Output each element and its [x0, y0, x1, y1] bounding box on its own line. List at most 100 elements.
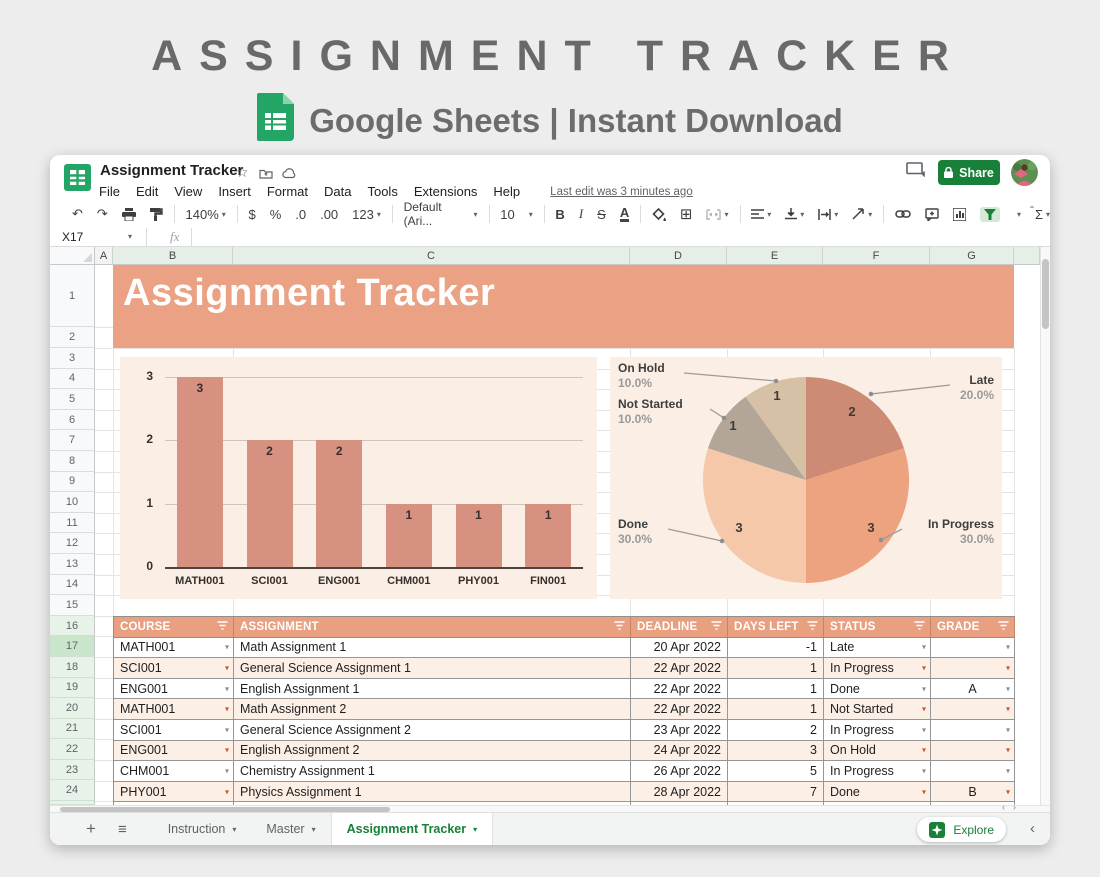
row-header-1[interactable]: 1 — [50, 265, 95, 327]
cell-assignment[interactable]: General Science Assignment 1 — [234, 658, 631, 679]
star-icon[interactable]: ☆ — [236, 164, 249, 181]
title-banner[interactable]: Assignment Tracker — [113, 265, 1014, 348]
vertical-scrollbar-thumb[interactable] — [1042, 259, 1049, 329]
table-header-status[interactable]: STATUS — [824, 617, 931, 638]
vertical-align-icon[interactable]: ▾ — [785, 208, 804, 220]
menu-item-tools[interactable]: Tools — [367, 184, 397, 199]
insert-comment-icon[interactable] — [925, 208, 939, 221]
cell-grade[interactable]: ▾ — [931, 761, 1015, 782]
cell-days_left[interactable]: 3 — [728, 741, 824, 762]
borders-icon[interactable]: ⊞ — [680, 205, 693, 223]
select-all-corner[interactable] — [50, 247, 95, 265]
cell-deadline[interactable]: 22 Apr 2022 — [631, 658, 728, 679]
dropdown-arrow-icon[interactable]: ▾ — [225, 725, 229, 734]
cell-grade[interactable]: B▾ — [931, 782, 1015, 803]
insert-link-icon[interactable] — [895, 210, 911, 218]
increase-decimal-button[interactable]: .00 — [320, 207, 338, 222]
row-header-3[interactable]: 3 — [50, 348, 95, 369]
filter-icon[interactable] — [998, 620, 1009, 633]
menu-item-help[interactable]: Help — [493, 184, 520, 199]
cell-deadline[interactable]: 22 Apr 2022 — [631, 699, 728, 720]
hscroll-arrows[interactable]: ‹› — [1002, 802, 1024, 812]
cell-grade[interactable]: ▾ — [931, 720, 1015, 741]
undo-icon[interactable]: ↶ — [72, 206, 83, 222]
cell-status[interactable]: Late▾ — [824, 638, 931, 659]
dropdown-arrow-icon[interactable]: ▾ — [922, 684, 926, 693]
row-header-21[interactable]: 21 — [50, 719, 95, 740]
sheet-tab-menu-caret[interactable]: ▾ — [473, 825, 477, 834]
row-header-2[interactable]: 2 — [50, 327, 95, 348]
table-header-assignment[interactable]: ASSIGNMENT — [234, 617, 631, 638]
add-sheet-icon[interactable]: + — [86, 819, 96, 839]
text-color-button[interactable]: A — [620, 207, 629, 222]
dropdown-arrow-icon[interactable]: ▾ — [922, 766, 926, 775]
cell-course[interactable]: PHY001▾ — [114, 782, 234, 803]
account-avatar[interactable] — [1011, 159, 1038, 186]
row-header-14[interactable]: 14 — [50, 575, 95, 596]
row-header-24[interactable]: 24 — [50, 780, 95, 801]
row-header-17[interactable]: 17 — [50, 636, 95, 657]
cell-status[interactable]: Done▾ — [824, 679, 931, 700]
text-wrap-icon[interactable]: ▾ — [818, 209, 838, 220]
paint-format-icon[interactable] — [150, 208, 163, 221]
row-header-4[interactable]: 4 — [50, 369, 95, 390]
format-percent-button[interactable]: % — [270, 207, 282, 222]
row-header-15[interactable]: 15 — [50, 595, 95, 616]
cell-status[interactable]: In Progress▾ — [824, 761, 931, 782]
cell-assignment[interactable]: English Assignment 1 — [234, 679, 631, 700]
cell-assignment[interactable]: Math Assignment 2 — [234, 699, 631, 720]
dropdown-arrow-icon[interactable]: ▾ — [1006, 766, 1010, 775]
text-rotation-icon[interactable]: ▾ — [852, 208, 872, 220]
row-header-19[interactable]: 19 — [50, 678, 95, 699]
menu-item-data[interactable]: Data — [324, 184, 351, 199]
cell-grade[interactable]: ▾ — [931, 638, 1015, 659]
column-header-F[interactable]: F — [823, 247, 930, 265]
dropdown-arrow-icon[interactable]: ▾ — [225, 643, 229, 652]
strikethrough-button[interactable]: S — [597, 207, 606, 222]
sheet-tab-master[interactable]: Master▾ — [251, 813, 330, 846]
functions-icon[interactable]: Σ▾ — [1035, 207, 1050, 222]
dropdown-arrow-icon[interactable]: ▾ — [922, 705, 926, 714]
dropdown-arrow-icon[interactable]: ▾ — [1006, 643, 1010, 652]
cell-grade[interactable]: A▾ — [931, 679, 1015, 700]
last-edit-link[interactable]: Last edit was 3 minutes ago — [550, 186, 693, 198]
row-header-16[interactable]: 16 — [50, 616, 95, 637]
row-header-12[interactable]: 12 — [50, 533, 95, 554]
row-header-9[interactable]: 9 — [50, 472, 95, 493]
move-folder-icon[interactable] — [259, 166, 273, 182]
cell-course[interactable]: SCI001▾ — [114, 658, 234, 679]
dropdown-arrow-icon[interactable]: ▾ — [1006, 746, 1010, 755]
cell-assignment[interactable]: Chemistry Assignment 1 — [234, 761, 631, 782]
cell-deadline[interactable]: 20 Apr 2022 — [631, 638, 728, 659]
row-header-11[interactable]: 11 — [50, 513, 95, 534]
menu-item-edit[interactable]: Edit — [136, 184, 158, 199]
cloud-status-icon[interactable] — [282, 166, 297, 182]
menu-item-format[interactable]: Format — [267, 184, 308, 199]
cell-course[interactable]: MATH001▾ — [114, 699, 234, 720]
cell-status[interactable]: In Progress▾ — [824, 658, 931, 679]
dropdown-arrow-icon[interactable]: ▾ — [1006, 663, 1010, 672]
italic-button[interactable]: I — [579, 206, 583, 222]
dropdown-arrow-icon[interactable]: ▾ — [922, 643, 926, 652]
row-header-22[interactable]: 22 — [50, 739, 95, 760]
filter-icon[interactable] — [914, 620, 925, 633]
filter-icon[interactable] — [217, 620, 228, 633]
cell-grade[interactable]: ▾ — [931, 658, 1015, 679]
cell-deadline[interactable]: 24 Apr 2022 — [631, 741, 728, 762]
cell-status[interactable]: In Progress▾ — [824, 720, 931, 741]
dropdown-arrow-icon[interactable]: ▾ — [1006, 705, 1010, 714]
cell-course[interactable]: SCI001▾ — [114, 720, 234, 741]
table-header-deadline[interactable]: DEADLINE — [631, 617, 728, 638]
row-header-5[interactable]: 5 — [50, 389, 95, 410]
dropdown-arrow-icon[interactable]: ▾ — [225, 663, 229, 672]
filter-icon[interactable] — [711, 620, 722, 633]
cell-status[interactable]: Done▾ — [824, 782, 931, 803]
horizontal-scrollbar[interactable]: ‹› — [50, 805, 1050, 812]
hide-menus-icon[interactable]: ˆ — [1030, 204, 1034, 218]
cell-status[interactable]: Not Started▾ — [824, 699, 931, 720]
sheet-tab-instruction[interactable]: Instruction▾ — [153, 813, 252, 846]
name-box[interactable]: X17 — [50, 230, 125, 244]
document-title[interactable]: Assignment Tracker — [100, 162, 243, 179]
cell-deadline[interactable]: 22 Apr 2022 — [631, 679, 728, 700]
cell-course[interactable]: ENG001▾ — [114, 679, 234, 700]
